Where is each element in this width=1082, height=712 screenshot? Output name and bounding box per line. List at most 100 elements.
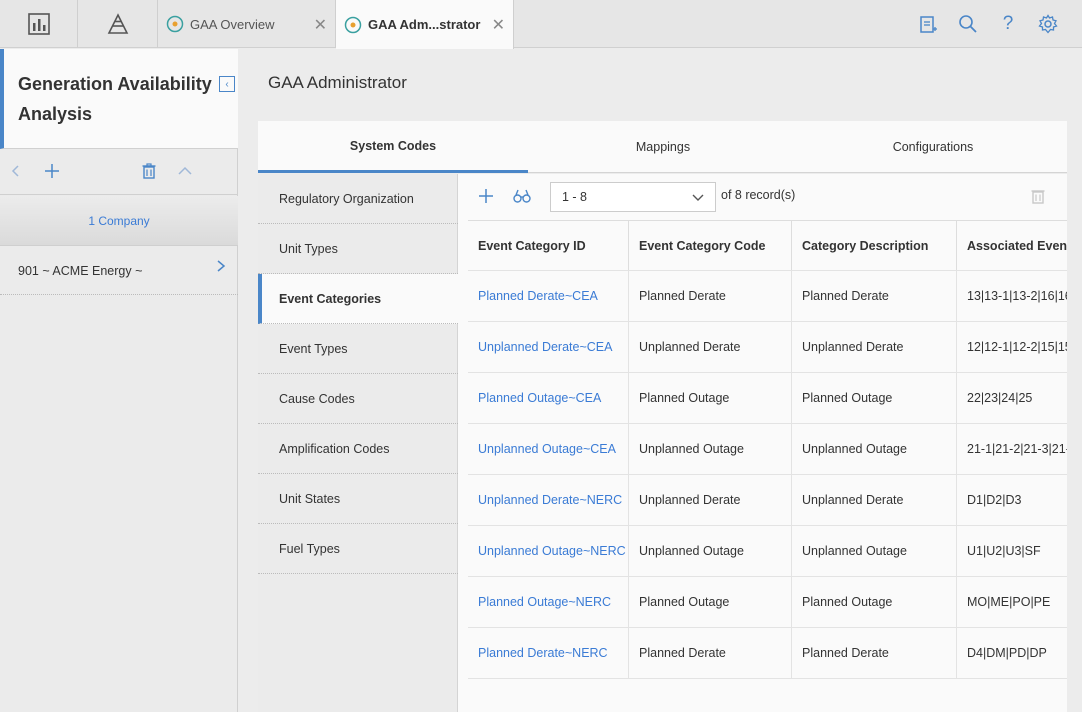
event-category-link[interactable]: Planned Outage~NERC xyxy=(468,577,628,627)
table-row[interactable]: Planned Outage~NERC Planned Outage Planned… xyxy=(468,577,1067,628)
event-category-link[interactable]: Planned Outage~CEA xyxy=(468,373,628,423)
hierarchy-button[interactable] xyxy=(78,0,158,48)
code-item-event-categories[interactable]: Event Categories xyxy=(258,274,458,324)
add-record-button[interactable] xyxy=(476,186,496,206)
table-cell: Unplanned Outage xyxy=(628,424,791,474)
table-cell: 13|13-1|13-2|16|16-1 xyxy=(956,271,1067,321)
table-cell: D1|D2|D3 xyxy=(956,475,1067,525)
page-title: GAA Administrator xyxy=(268,73,407,92)
back-button[interactable] xyxy=(6,161,26,181)
event-category-link[interactable]: Planned Derate~CEA xyxy=(468,271,628,321)
company-item-label: 901 ~ ACME Energy ~ xyxy=(18,263,143,278)
code-item-cause-codes[interactable]: Cause Codes xyxy=(258,374,458,424)
gaa-icon xyxy=(166,15,184,33)
event-category-link[interactable]: Unplanned Derate~NERC xyxy=(468,475,628,525)
column-header[interactable]: Event Category Code xyxy=(628,221,791,270)
table-row[interactable]: Unplanned Derate~NERC Unplanned Derate Unp… xyxy=(468,475,1067,526)
table-cell: Unplanned Derate xyxy=(791,322,956,372)
binoculars-icon xyxy=(513,189,531,203)
delete-button[interactable] xyxy=(139,161,159,181)
help-button[interactable]: ? xyxy=(996,12,1020,36)
table-cell: Planned Outage xyxy=(791,373,956,423)
code-item-regulatory-organization[interactable]: Regulatory Organization xyxy=(258,174,458,224)
add-button[interactable] xyxy=(42,161,62,181)
tab-system-codes[interactable]: System Codes xyxy=(258,121,528,173)
search-icon xyxy=(959,15,977,33)
event-category-link[interactable]: Unplanned Derate~CEA xyxy=(468,322,628,372)
tab-label: GAA Overview xyxy=(190,16,275,32)
table-cell: Unplanned Outage xyxy=(628,526,791,576)
search-button[interactable] xyxy=(956,12,980,36)
subtab-bar: System Codes Mappings Configurations xyxy=(258,121,1067,173)
code-item-unit-types[interactable]: Unit Types xyxy=(258,224,458,274)
table-cell: U1|U2|U3|SF xyxy=(956,526,1067,576)
app-title-box: Generation Availability Analysis ‹ xyxy=(0,49,238,149)
collapse-up-button[interactable] xyxy=(175,161,195,181)
column-header[interactable]: Associated Event Types xyxy=(956,221,1067,270)
table-cell: 12|12-1|12-2|15|15-1 xyxy=(956,322,1067,372)
collapse-panel-button[interactable]: ‹ xyxy=(219,76,235,92)
table-cell: Planned Outage xyxy=(628,577,791,627)
find-button[interactable] xyxy=(512,186,532,206)
table-cell: 22|23|24|25 xyxy=(956,373,1067,423)
table-cell: Planned Derate xyxy=(791,628,956,678)
tab-gaa-administrator[interactable]: GAA Adm...strator ✕ xyxy=(336,0,514,49)
table-cell: Unplanned Derate xyxy=(791,475,956,525)
table-cell: 21-1|21-2|21-3|21-4 xyxy=(956,424,1067,474)
table-row[interactable]: Unplanned Derate~CEA Unplanned Derate Unpl… xyxy=(468,322,1067,373)
table-row[interactable]: Unplanned Outage~NERC Unplanned Outage Unp… xyxy=(468,526,1067,577)
record-range-select[interactable]: 1 - 8 xyxy=(550,182,716,212)
table-cell: MO|ME|PO|PE xyxy=(956,577,1067,627)
delete-record-button[interactable] xyxy=(1028,186,1048,206)
table-cell: D4|DM|PD|DP xyxy=(956,628,1067,678)
table-row[interactable]: Planned Outage~CEA Planned Outage Planned … xyxy=(468,373,1067,424)
code-item-event-types[interactable]: Event Types xyxy=(258,324,458,374)
table-cell: Unplanned Outage xyxy=(791,424,956,474)
gaa-icon xyxy=(344,16,362,33)
code-item-amplification-codes[interactable]: Amplification Codes xyxy=(258,424,458,474)
table-row[interactable]: Unplanned Outage~CEA Unplanned Outage Unpl… xyxy=(468,424,1067,475)
settings-button[interactable] xyxy=(1036,12,1060,36)
tab-gaa-overview[interactable]: GAA Overview ✕ xyxy=(158,0,336,48)
table-cell: Unplanned Derate xyxy=(628,475,791,525)
table-cell: Planned Derate xyxy=(628,628,791,678)
chevron-down-icon xyxy=(692,194,704,201)
dashboard-button[interactable] xyxy=(0,0,78,48)
tab-configurations[interactable]: Configurations xyxy=(798,121,1068,173)
close-icon[interactable]: ✕ xyxy=(314,15,327,35)
left-panel: Generation Availability Analysis ‹ 1 Com… xyxy=(0,49,238,712)
clipboard-button[interactable] xyxy=(916,12,940,36)
event-categories-grid: Event Category ID Event Category Code Ca… xyxy=(468,220,1067,680)
event-category-link[interactable]: Unplanned Outage~CEA xyxy=(468,424,628,474)
grid-area: 1 - 8 of 8 record(s) Event Category ID E… xyxy=(458,174,1067,712)
grid-toolbar: 1 - 8 of 8 record(s) xyxy=(458,174,1067,220)
clipboard-icon xyxy=(920,16,937,33)
record-range-value: 1 - 8 xyxy=(562,190,588,204)
chevron-left-icon: ‹ xyxy=(225,78,229,90)
company-count-header[interactable]: 1 Company xyxy=(0,196,238,246)
chevron-left-icon xyxy=(11,165,19,177)
tab-mappings[interactable]: Mappings xyxy=(528,121,798,173)
hierarchy-icon xyxy=(107,13,128,34)
tab-label: GAA Adm...strator xyxy=(368,17,481,32)
column-header[interactable]: Category Description xyxy=(791,221,956,270)
code-item-fuel-types[interactable]: Fuel Types xyxy=(258,524,458,574)
trash-icon xyxy=(142,163,156,179)
table-row[interactable]: Planned Derate~NERC Planned Derate Planned… xyxy=(468,628,1067,679)
event-category-link[interactable]: Planned Derate~NERC xyxy=(468,628,628,678)
event-category-link[interactable]: Unplanned Outage~NERC xyxy=(468,526,628,576)
dashboard-icon xyxy=(27,13,50,35)
plus-icon xyxy=(479,189,493,203)
table-cell: Unplanned Outage xyxy=(791,526,956,576)
close-icon[interactable]: ✕ xyxy=(492,15,505,35)
list-item[interactable]: 901 ~ ACME Energy ~ xyxy=(0,247,238,295)
trash-icon xyxy=(1031,190,1045,204)
table-row[interactable]: Planned Derate~CEA Planned Derate Planned … xyxy=(468,271,1067,322)
record-count: of 8 record(s) xyxy=(721,188,796,202)
plus-icon xyxy=(45,164,59,178)
table-cell: Planned Derate xyxy=(628,271,791,321)
code-item-unit-states[interactable]: Unit States xyxy=(258,474,458,524)
column-header[interactable]: Event Category ID xyxy=(468,221,628,270)
app-title: Generation Availability Analysis xyxy=(18,74,212,124)
gear-icon xyxy=(1038,14,1058,34)
